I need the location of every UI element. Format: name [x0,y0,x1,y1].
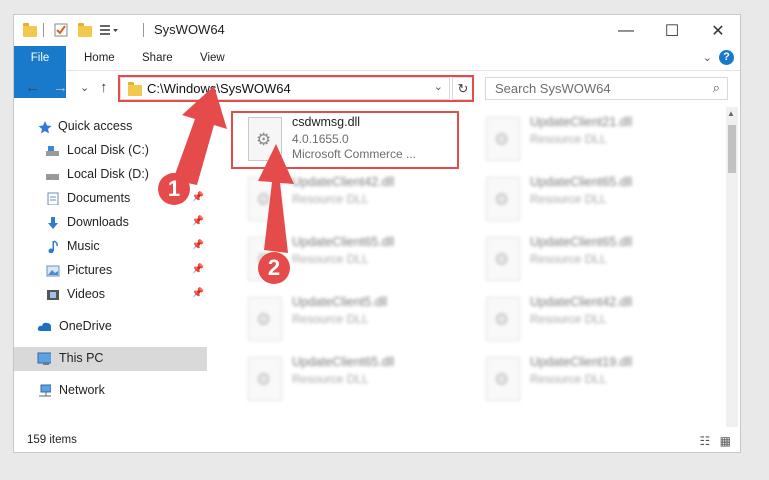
step-1-badge: 1 [158,173,190,205]
annotation-arrows [173,86,294,253]
step-2-badge: 2 [258,252,290,284]
